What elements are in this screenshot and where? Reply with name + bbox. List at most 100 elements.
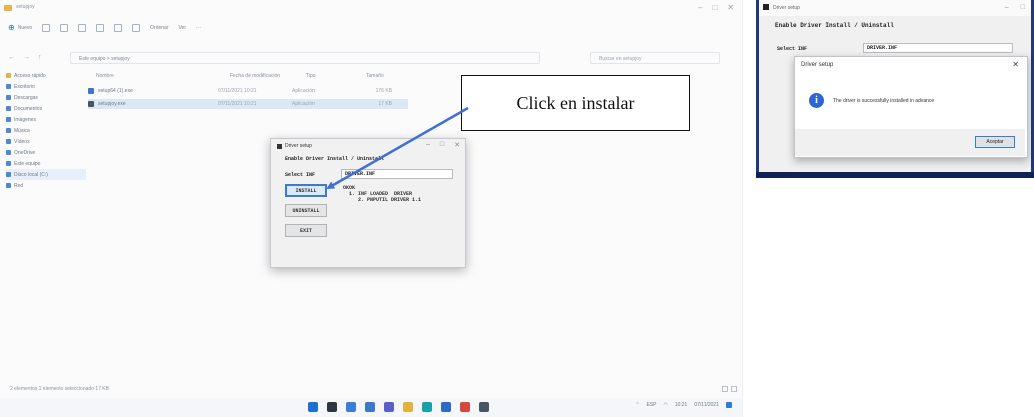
taskbar-strip <box>756 172 1034 178</box>
sort-button[interactable]: Ordenar <box>150 25 168 31</box>
up-icon[interactable]: ↑ <box>38 54 42 61</box>
chat-icon[interactable] <box>384 402 394 412</box>
file-explorer-icon[interactable] <box>403 402 413 412</box>
start-icon[interactable] <box>308 402 318 412</box>
nav-item-desktop[interactable]: Escritorio <box>6 81 86 92</box>
app-logo-icon <box>763 4 769 10</box>
maximize-button[interactable]: □ <box>712 3 717 12</box>
minimize-button[interactable]: – <box>426 141 430 149</box>
chrome-icon[interactable] <box>460 402 470 412</box>
chevron-up-icon[interactable]: ⌃ <box>635 402 639 408</box>
nav-item-documents[interactable]: Documentos <box>6 103 86 114</box>
search-icon[interactable] <box>327 402 337 412</box>
close-button[interactable]: ✕ <box>727 3 734 12</box>
installer-info-text: OKOK 1. INF LOADED DRIVER 2. PNPUTIL DRI… <box>343 185 422 203</box>
nav-item-quick-access[interactable]: Acceso rápido <box>6 70 86 81</box>
file-row[interactable]: setup64 (1).exe 07/11/2021 10:21 Aplicac… <box>88 86 408 96</box>
file-modified: 07/11/2021 10:21 <box>218 101 257 107</box>
task-view-icon[interactable] <box>346 402 356 412</box>
nav-item-label: Este equipo <box>14 160 41 167</box>
desktop-icon <box>6 84 11 89</box>
copy-icon[interactable] <box>60 24 69 32</box>
new-button[interactable]: ⊕ Nuevo <box>8 24 32 32</box>
address-bar[interactable]: Este equipo > setupjoy <box>70 52 540 64</box>
network-icon <box>6 183 11 188</box>
clock-date[interactable]: 07/11/2021 <box>694 402 719 408</box>
close-icon[interactable]: ✕ <box>1012 60 1019 69</box>
nav-item-onedrive[interactable]: OneDrive <box>6 147 86 158</box>
paste-icon[interactable] <box>78 24 87 32</box>
cut-icon[interactable] <box>42 24 51 32</box>
nav-item-pictures[interactable]: Imágenes <box>6 114 86 125</box>
video-icon <box>6 139 11 144</box>
install-button[interactable]: INSTALL <box>285 184 327 197</box>
delete-icon[interactable] <box>132 24 141 32</box>
store-icon[interactable] <box>441 402 451 412</box>
nav-item-label: Disco local (C:) <box>14 171 48 178</box>
message-text: The driver is successfully installed in … <box>833 98 935 104</box>
minimize-button[interactable]: – <box>698 3 702 12</box>
rename-icon[interactable] <box>96 24 105 32</box>
search-input[interactable]: Buscar en setupjoy <box>590 52 720 64</box>
download-icon <box>6 95 11 100</box>
column-header-type[interactable]: Tipo <box>306 73 316 79</box>
wifi-icon[interactable]: ◠ <box>663 402 667 408</box>
maximize-button[interactable]: □ <box>440 141 444 149</box>
clock-time[interactable]: 10:21 <box>675 402 688 408</box>
nav-item-label: Descargas <box>14 94 38 101</box>
language-indicator[interactable]: ESP <box>646 402 656 408</box>
file-row-selected[interactable]: setupjoy.exe 07/11/2021 10:21 Aplicación… <box>88 99 408 109</box>
nav-item-label: Imágenes <box>14 116 36 123</box>
success-message-box: Driver setup ✕ i The driver is successfu… <box>794 56 1028 158</box>
file-name: setupjoy.exe <box>98 101 126 107</box>
installer-window-controls: – □ ✕ <box>426 141 460 149</box>
installer-title: Driver setup <box>773 5 800 11</box>
details-view-icon[interactable] <box>722 386 728 392</box>
plus-icon: ⊕ <box>8 23 15 32</box>
inf-file-field[interactable]: DRIVER.INF <box>863 43 1013 53</box>
view-button[interactable]: Ver <box>179 25 187 31</box>
share-icon[interactable] <box>114 24 123 32</box>
inf-file-field[interactable]: DRIVER.INF <box>341 169 453 179</box>
accept-button[interactable]: Aceptar <box>975 136 1015 148</box>
file-modified: 07/11/2021 10:21 <box>218 88 257 94</box>
file-name: setup64 (1).exe <box>98 88 133 94</box>
select-inf-label: Select INF <box>777 46 808 52</box>
more-options-button[interactable]: ··· <box>196 25 201 31</box>
nav-item-this-pc[interactable]: Este equipo <box>6 158 86 169</box>
column-header-name[interactable]: Nombre <box>96 73 114 79</box>
nav-item-videos[interactable]: Vídeos <box>6 136 86 147</box>
back-icon[interactable]: ← <box>8 54 15 61</box>
nav-item-downloads[interactable]: Descargas <box>6 92 86 103</box>
nav-item-music[interactable]: Música <box>6 125 86 136</box>
title-bar: setupjoy – □ ✕ <box>0 0 742 20</box>
maximize-button[interactable]: □ <box>1021 4 1025 11</box>
folder-icon <box>4 5 12 11</box>
installer-title: Driver setup <box>285 143 312 149</box>
installer-dialog: Driver setup – □ ✕ Enable Driver Install… <box>270 138 466 268</box>
application-icon <box>88 101 94 107</box>
window-title: setupjoy <box>16 4 35 10</box>
app-logo-icon <box>277 143 282 149</box>
widgets-icon[interactable] <box>365 402 375 412</box>
file-explorer-window: setupjoy – □ ✕ ⊕ Nuevo Ordenar Ver ··· ←… <box>0 0 743 417</box>
minimize-button[interactable]: – <box>1005 4 1009 11</box>
nav-item-local-disk[interactable]: Disco local (C:) <box>6 169 86 180</box>
file-size: 176 KB <box>375 88 392 94</box>
forward-icon[interactable]: → <box>23 54 30 61</box>
tiles-view-icon[interactable] <box>731 386 737 392</box>
column-header-size[interactable]: Tamaño <box>366 73 384 79</box>
exit-button[interactable]: EXIT <box>285 224 327 237</box>
edge-icon[interactable] <box>422 402 432 412</box>
close-button[interactable]: ✕ <box>454 141 460 149</box>
uninstall-button[interactable]: UNINSTALL <box>285 204 327 217</box>
nav-item-network[interactable]: Red <box>6 180 86 191</box>
installer-icon[interactable] <box>479 402 489 412</box>
column-header-modified[interactable]: Fecha de modificación <box>230 73 280 79</box>
notification-icon[interactable] <box>726 402 732 408</box>
installer-title-bar: Driver setup – □ <box>759 0 1031 16</box>
navigation-arrows: ← → ↑ <box>8 54 42 61</box>
nav-item-label: Documentos <box>14 105 43 112</box>
window-controls: – □ ✕ <box>698 3 734 12</box>
cloud-icon <box>6 150 11 155</box>
